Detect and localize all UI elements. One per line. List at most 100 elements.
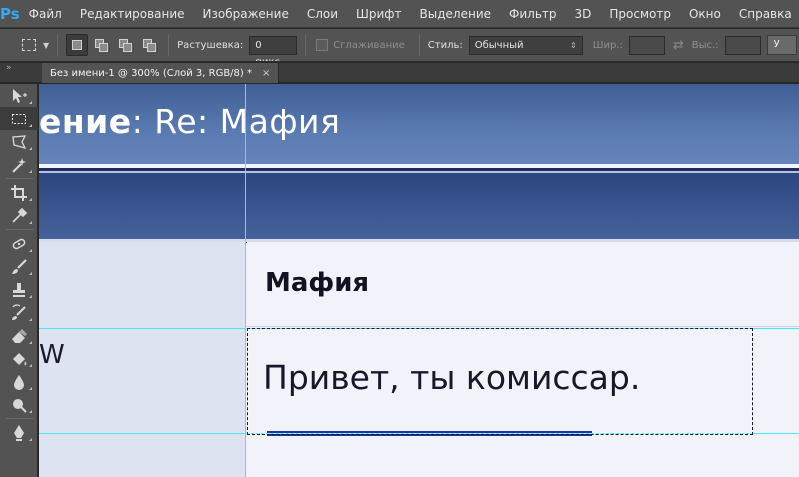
- divider: [4, 178, 33, 179]
- paint-bucket-tool-icon: [13, 352, 27, 365]
- add-to-selection-button[interactable]: [90, 34, 112, 56]
- subtract-selection-button[interactable]: [114, 34, 136, 56]
- banner-title-bold: ение: [39, 102, 132, 141]
- intersect-selection-button[interactable]: [138, 34, 160, 56]
- blur-tool-icon: [14, 374, 24, 390]
- menu-view[interactable]: Просмотр: [600, 0, 680, 28]
- feather-label: Растушевка:: [177, 39, 244, 51]
- pen-tool-icon: [14, 424, 24, 441]
- pen-tool[interactable]: [0, 421, 38, 444]
- tool-group-corner: [29, 124, 32, 127]
- healing-brush-tool[interactable]: [0, 232, 38, 255]
- menu-help[interactable]: Справка: [730, 0, 799, 28]
- new-selection-icon: [72, 40, 83, 50]
- eyedropper-tool-icon: [12, 207, 28, 223]
- refine-edge-button[interactable]: У: [766, 35, 797, 55]
- width-input[interactable]: [628, 35, 665, 55]
- width-label: Шир.:: [592, 39, 623, 51]
- rect-marquee-tool-icon: [12, 113, 26, 124]
- tool-group-corner: [29, 295, 32, 298]
- menu-3d[interactable]: 3D: [566, 0, 601, 28]
- tool-group-corner: [29, 387, 32, 390]
- divider: [4, 418, 33, 419]
- photoshop-logo: Ps: [0, 4, 20, 23]
- toolbox: [0, 84, 38, 477]
- magic-wand-tool-icon: [12, 157, 26, 173]
- eyedropper-tool[interactable]: [0, 204, 38, 227]
- tool-group-corner: [29, 272, 32, 275]
- tool-group-corner: [29, 364, 32, 367]
- crop-tool-icon: [11, 184, 27, 201]
- forum-banner: ение: Re: Мафия: [39, 84, 799, 164]
- rect-marquee-tool[interactable]: [0, 107, 38, 130]
- eraser-tool[interactable]: [0, 324, 38, 347]
- forum-nav-band: [39, 173, 799, 243]
- lasso-tool-icon: [12, 134, 27, 149]
- dodge-tool-icon: [13, 398, 27, 413]
- paint-bucket-tool[interactable]: [0, 347, 38, 370]
- menu-type[interactable]: Шрифт: [347, 0, 411, 28]
- tool-group-corner: [29, 101, 32, 104]
- tool-preset-picker[interactable]: ▼: [0, 39, 49, 51]
- document-canvas[interactable]: ение: Re: Мафия W Мафия Привет, ты комис…: [39, 84, 799, 477]
- tool-group-corner: [29, 410, 32, 413]
- subtract-selection-icon: [118, 38, 132, 52]
- crop-tool[interactable]: [0, 181, 38, 204]
- menu-filter[interactable]: Фильтр: [500, 0, 565, 28]
- document-tab[interactable]: Без имени-1 @ 300% (Слой 3, RGB/8) * ×: [42, 63, 280, 83]
- author-text-fragment: W: [39, 340, 65, 370]
- close-icon[interactable]: ×: [262, 68, 270, 79]
- clone-stamp-tool[interactable]: [0, 278, 38, 301]
- intersect-selection-icon: [142, 38, 156, 52]
- height-label: Выс.:: [691, 39, 719, 51]
- toolbox-collapse-toggle[interactable]: »: [2, 63, 38, 83]
- blur-tool[interactable]: [0, 370, 38, 393]
- divider: [4, 229, 33, 230]
- style-select[interactable]: Обычный ⇕: [468, 35, 583, 55]
- height-input[interactable]: [724, 35, 761, 55]
- style-label: Стиль:: [427, 39, 463, 51]
- feather-input[interactable]: 0 пикс.: [249, 35, 298, 61]
- history-brush-tool[interactable]: [0, 301, 38, 324]
- selection-modes: [66, 34, 160, 56]
- antialias-checkbox[interactable]: [316, 39, 329, 51]
- add-selection-icon: [94, 38, 108, 52]
- new-selection-button[interactable]: [66, 34, 89, 56]
- divider: [168, 34, 170, 56]
- menu-file[interactable]: Файл: [20, 0, 71, 28]
- marquee-selection[interactable]: [247, 328, 753, 435]
- menu-bar: Ps Файл Редактирование Изображение Слои …: [0, 0, 799, 28]
- tool-group-corner: [29, 221, 32, 224]
- banner-title-rest: : Re: Мафия: [131, 102, 341, 141]
- antialias-label: Сглаживание: [333, 39, 405, 51]
- divider: [418, 34, 420, 56]
- brush-tool[interactable]: [0, 255, 38, 278]
- document-tab-title: Без имени-1 @ 300% (Слой 3, RGB/8) *: [50, 67, 252, 79]
- document-tab-strip: » Без имени-1 @ 300% (Слой 3, RGB/8) * ×: [0, 63, 799, 83]
- menu-layer[interactable]: Слои: [298, 0, 347, 28]
- move-tool[interactable]: [0, 84, 38, 107]
- menu-items: Файл Редактирование Изображение Слои Шри…: [20, 0, 799, 28]
- history-brush-tool-icon: [12, 303, 26, 320]
- divider: [57, 34, 59, 56]
- divider: [305, 34, 307, 56]
- chevron-down-icon: ▼: [43, 40, 50, 50]
- tool-group-corner: [29, 170, 32, 173]
- menu-select[interactable]: Выделение: [411, 0, 500, 28]
- tool-group-corner: [29, 341, 32, 344]
- move-tool-icon: [13, 88, 27, 103]
- swap-icon[interactable]: ⇄: [673, 38, 684, 53]
- vertical-guide[interactable]: [245, 84, 246, 477]
- eraser-tool-icon: [12, 328, 27, 343]
- menu-edit[interactable]: Редактирование: [71, 0, 194, 28]
- lasso-tool[interactable]: [0, 130, 38, 153]
- menu-image[interactable]: Изображение: [194, 0, 298, 28]
- healing-brush-tool-icon: [12, 238, 26, 249]
- banner-title: ение: Re: Мафия: [39, 102, 340, 141]
- menu-window[interactable]: Окно: [680, 0, 730, 28]
- brush-tool-icon: [12, 258, 27, 274]
- magic-wand-tool[interactable]: [0, 153, 38, 176]
- style-select-value: Обычный: [474, 39, 524, 51]
- tool-group-corner: [29, 318, 32, 321]
- dodge-tool[interactable]: [0, 393, 38, 416]
